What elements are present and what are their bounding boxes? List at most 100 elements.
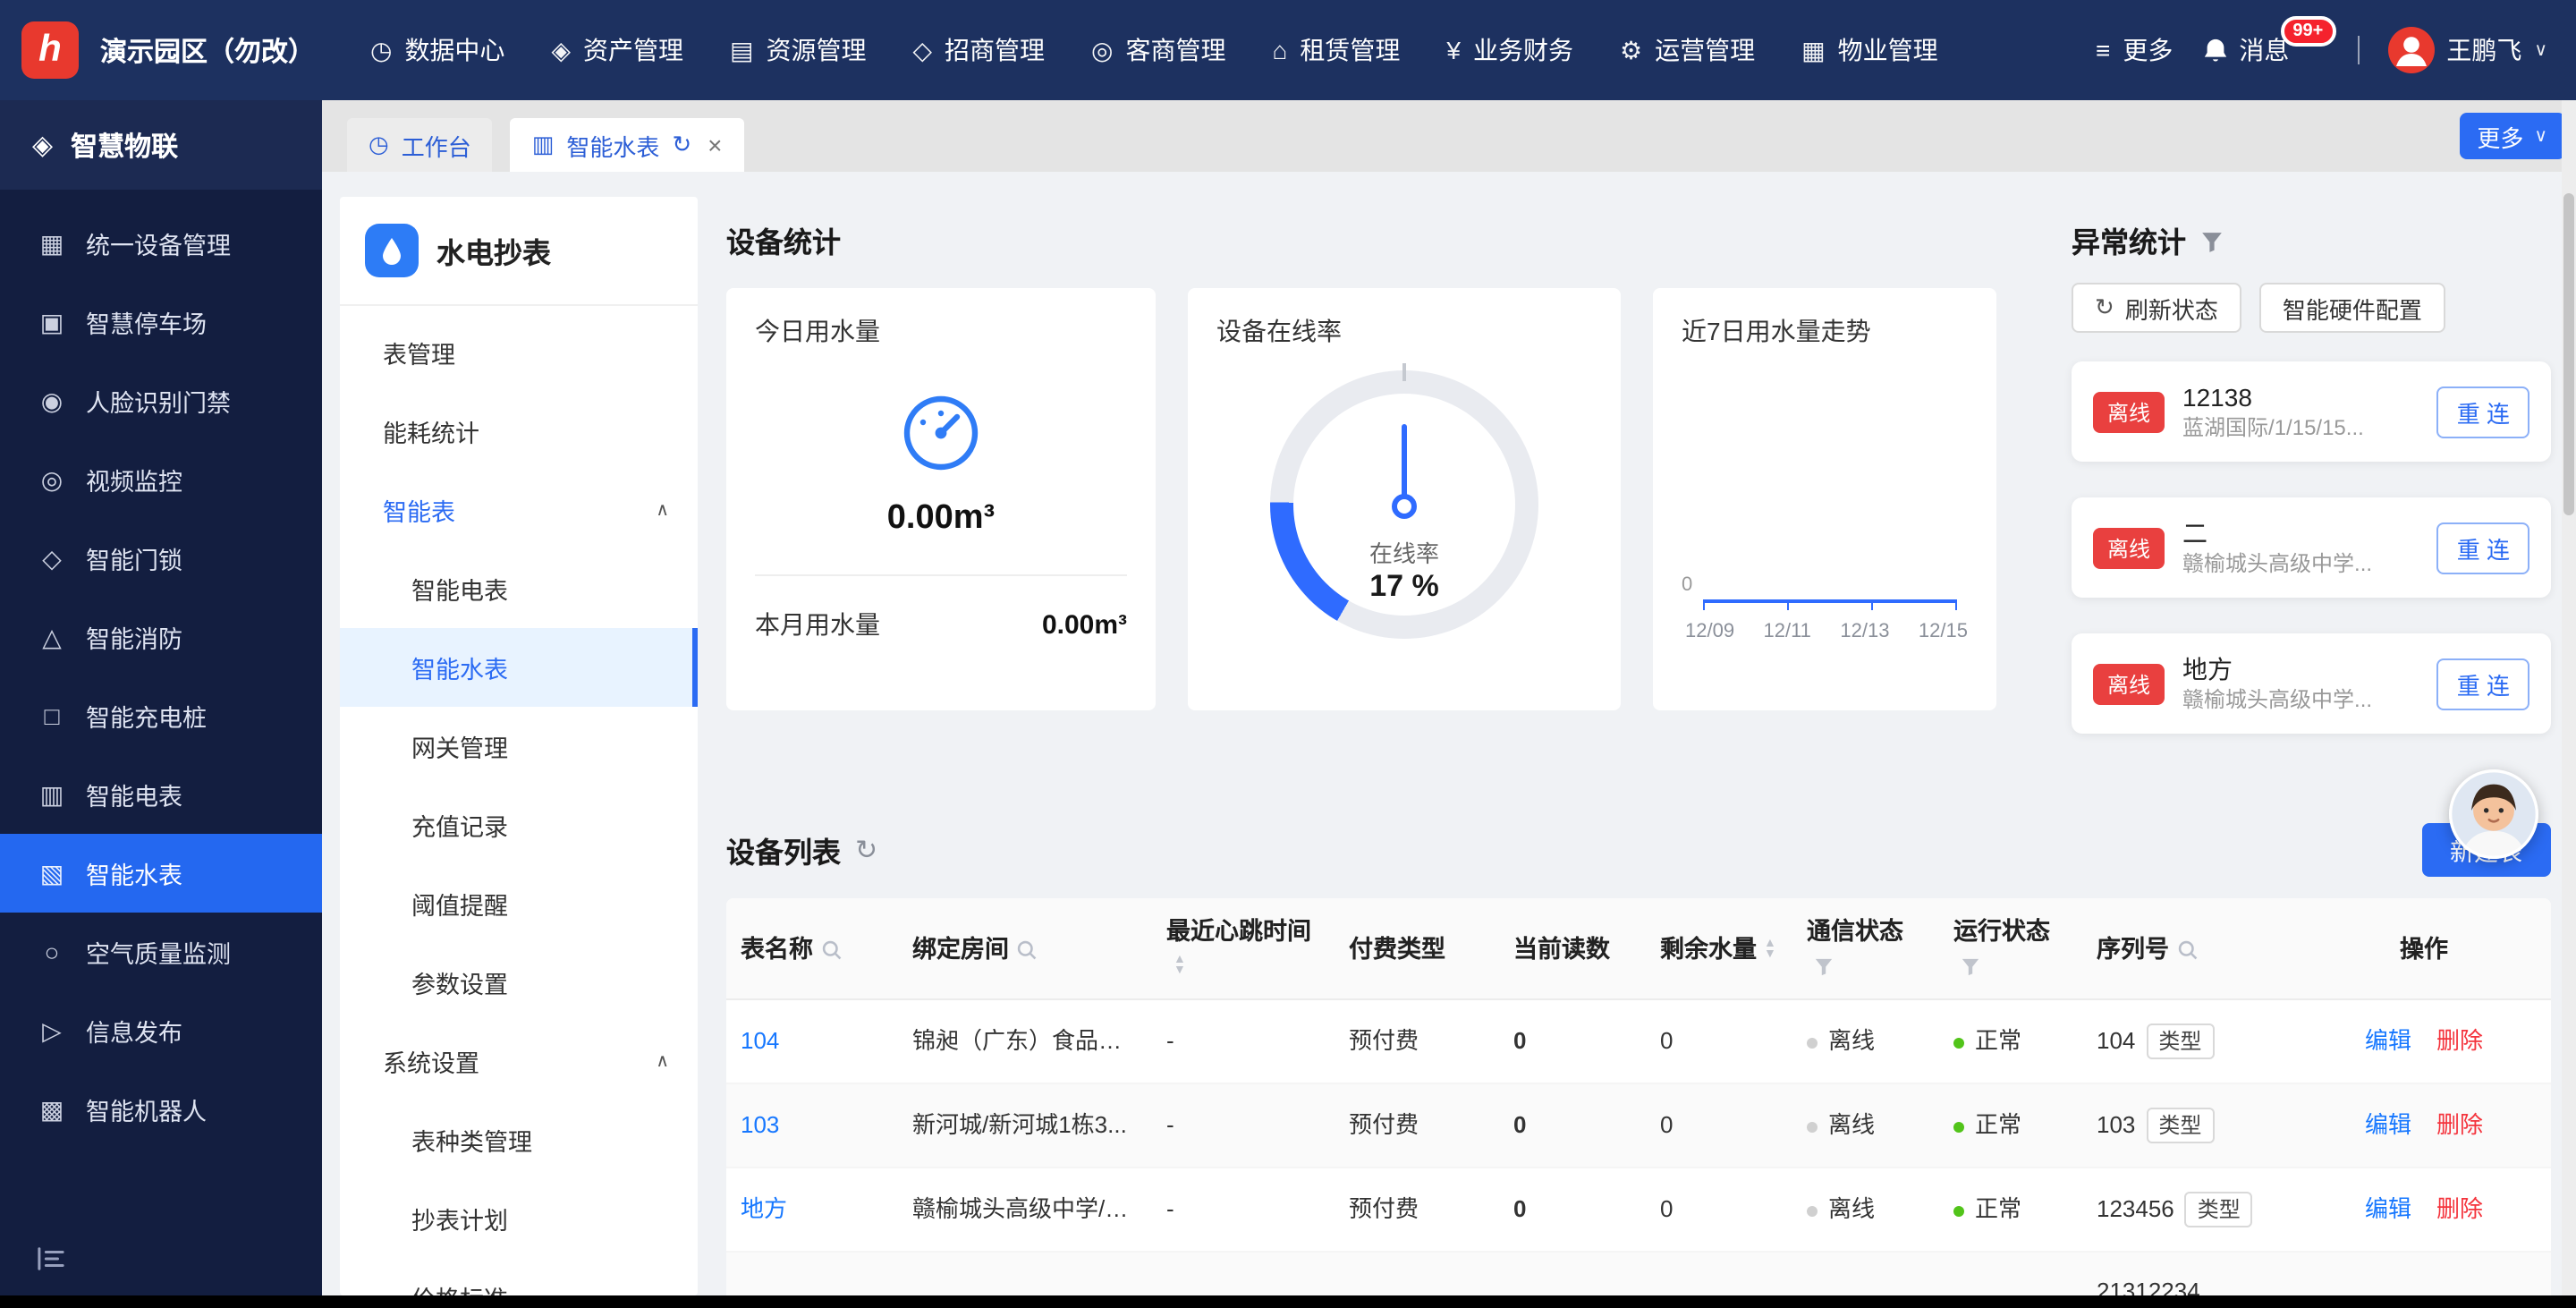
search-icon[interactable]	[820, 939, 842, 961]
type-tag[interactable]: 类型	[2146, 1108, 2214, 1143]
submenu-item-energy-statistics[interactable]: 能耗统计	[340, 392, 698, 471]
sidebar-item-smart-lock[interactable]: ◇智能门锁	[0, 519, 322, 598]
nav-item-resource-management[interactable]: ▤资源管理	[707, 32, 889, 68]
card-title: 设备在线率	[1216, 313, 1592, 349]
abnormal-device-location: 蓝湖国际/1/15/15...	[2182, 413, 2419, 442]
room-cell: 锦昶（广东）食品科...	[898, 999, 1152, 1083]
tab-refresh-icon[interactable]: ↻	[672, 131, 691, 159]
delete-button[interactable]: 删除	[2436, 1111, 2483, 1138]
scrollbar-thumb[interactable]	[2563, 193, 2574, 515]
sidebar-item-unified-device-management[interactable]: ▦统一设备管理	[0, 204, 322, 283]
nav-item-operation-management[interactable]: ⚙运营管理	[1597, 32, 1778, 68]
delete-button[interactable]: 删除	[2436, 1195, 2483, 1222]
chevron-up-icon: ∧	[656, 1051, 669, 1071]
tab-close-icon[interactable]: ×	[708, 131, 722, 159]
nav-item-business-finance[interactable]: ¥业务财务	[1423, 32, 1597, 68]
submenu-item-recharge-records[interactable]: 充值记录	[340, 786, 698, 864]
refresh-status-button[interactable]: ↻ 刷新状态	[2072, 283, 2241, 333]
serial-value: 123456	[2097, 1195, 2174, 1222]
camera-icon: ◎	[36, 464, 68, 495]
filter-icon[interactable]	[1961, 957, 1980, 977]
abnormal-device-info: 地方 赣榆城头高级中学...	[2182, 653, 2419, 714]
sidebar-item-label: 智能门锁	[86, 540, 182, 576]
sidebar-item-smart-parking[interactable]: ▣智慧停车场	[0, 283, 322, 361]
search-icon[interactable]	[1016, 939, 1038, 961]
submenu-item-smart-water-meter[interactable]: 智能水表	[340, 628, 698, 707]
refresh-icon[interactable]: ↻	[855, 834, 877, 866]
submenu-items: 表管理 能耗统计 智能表∧ 智能电表 智能水表 网关管理 充值记录 阈值提醒 参…	[340, 306, 698, 1295]
messages-button[interactable]: 消息 99+	[2201, 32, 2328, 68]
reconnect-button[interactable]: 重 连	[2437, 522, 2529, 573]
submenu-group-system-settings[interactable]: 系统设置∧	[340, 1022, 698, 1100]
meter-name-link[interactable]: 104	[741, 1027, 779, 1054]
sidebar-item-charging-pile[interactable]: □智能充电桩	[0, 676, 322, 755]
nav-item-property-management[interactable]: ▦物业管理	[1778, 32, 1961, 68]
submenu-item-smart-electric-meter[interactable]: 智能电表	[340, 549, 698, 628]
sidebar-item-label: 智能水表	[86, 855, 182, 891]
sidebar-item-smart-fire[interactable]: △智能消防	[0, 598, 322, 676]
edit-button[interactable]: 编辑	[2365, 1195, 2411, 1222]
water-gauge-icon	[900, 392, 982, 474]
hardware-config-button[interactable]: 智能硬件配置	[2259, 283, 2445, 333]
search-icon[interactable]	[2176, 939, 2198, 961]
sidebar-module-title[interactable]: ◈ 智慧物联	[0, 100, 322, 190]
tab-workbench[interactable]: ◷ 工作台	[347, 118, 493, 172]
sidebar-collapse-button[interactable]	[0, 1220, 322, 1295]
submenu-item-meter-type-management[interactable]: 表种类管理	[340, 1100, 698, 1179]
remaining-cell: 0	[1646, 1083, 1792, 1168]
type-tag[interactable]: 类型	[2146, 1023, 2214, 1059]
edit-button[interactable]: 编辑	[2365, 1027, 2411, 1054]
table-header-row: 表名称 绑定房间 最近心跳时间▲▼ 付费类型 当前读数 剩余水量▲▼ 通信状态 …	[726, 898, 2551, 999]
comm-status-cell: 离线	[1792, 1168, 1939, 1252]
submenu-group-smart-meter[interactable]: 智能表∧	[340, 471, 698, 549]
lease-icon: ⌂	[1272, 36, 1287, 64]
sidebar-item-smart-water-meter[interactable]: ▧智能水表	[0, 834, 322, 913]
nav-item-data-center[interactable]: ◷数据中心	[347, 32, 528, 68]
submenu-item-threshold-alerts[interactable]: 阈值提醒	[340, 864, 698, 943]
sidebar-item-info-publish[interactable]: ▷信息发布	[0, 991, 322, 1070]
sort-desc-icon[interactable]: ▼	[1764, 950, 1776, 961]
sidebar-item-air-quality[interactable]: ○空气质量监测	[0, 913, 322, 991]
brand-logo[interactable]: h	[21, 21, 79, 79]
meter-name-link[interactable]: 地方	[741, 1195, 787, 1222]
sidebar-item-label: 智慧停车场	[86, 304, 207, 340]
sidebar-item-smart-electric-meter[interactable]: ▥智能电表	[0, 755, 322, 834]
nav-item-investment-management[interactable]: ◇招商管理	[889, 32, 1068, 68]
nav-item-lease-management[interactable]: ⌂租赁管理	[1249, 32, 1423, 68]
edit-button[interactable]: 编辑	[2365, 1111, 2411, 1138]
tab-smart-water-meter[interactable]: ▥ 智能水表 ↻ ×	[511, 118, 744, 172]
tabs-more-button[interactable]: 更多 ∨	[2459, 113, 2565, 159]
filter-icon[interactable]	[1814, 957, 1834, 977]
reading-cell: 0	[1499, 999, 1646, 1083]
col-header-current-reading: 当前读数	[1499, 898, 1646, 999]
filter-icon[interactable]	[2200, 230, 2224, 253]
submenu-item-reading-plan[interactable]: 抄表计划	[340, 1179, 698, 1258]
submenu-item-price-standard[interactable]: 价格标准	[340, 1258, 698, 1295]
heartbeat-cell: -	[1152, 1168, 1335, 1252]
meter-name-link[interactable]: 103	[741, 1111, 779, 1138]
nav-item-merchant-management[interactable]: ◎客商管理	[1068, 32, 1249, 68]
user-menu[interactable]: 王鹏飞 ∨	[2387, 27, 2547, 73]
submenu-item-parameter-settings[interactable]: 参数设置	[340, 943, 698, 1022]
logo-letter: h	[38, 29, 62, 72]
reconnect-button[interactable]: 重 连	[2437, 386, 2529, 437]
sidebar-item-smart-robot[interactable]: ▩智能机器人	[0, 1070, 322, 1149]
submenu-item-gateway-management[interactable]: 网关管理	[340, 707, 698, 786]
x-tick-label: 12/11	[1764, 621, 1811, 642]
sort-desc-icon[interactable]: ▼	[1174, 967, 1186, 978]
abnormal-device-item: 离线 12138 蓝湖国际/1/15/15... 重 连	[2072, 361, 2551, 462]
trend-flat-line	[1703, 599, 1957, 603]
page-scrollbar[interactable]	[2562, 100, 2576, 1295]
delete-button[interactable]: 删除	[2436, 1027, 2483, 1054]
assistant-avatar-sticker[interactable]	[2449, 769, 2538, 859]
nav-item-asset-management[interactable]: ◈资产管理	[528, 32, 707, 68]
reconnect-button[interactable]: 重 连	[2437, 658, 2529, 709]
nav-more-button[interactable]: ≡更多	[2096, 32, 2173, 68]
submenu-item-meter-management[interactable]: 表管理	[340, 313, 698, 392]
broadcast-icon: ▷	[36, 1015, 68, 1046]
sidebar-item-video-monitor[interactable]: ◎视频监控	[0, 440, 322, 519]
col-header-meter-name: 表名称	[726, 898, 898, 999]
type-tag[interactable]: 类型	[2185, 1192, 2253, 1227]
submenu-label: 网关管理	[411, 728, 508, 764]
sidebar-item-face-access[interactable]: ◉人脸识别门禁	[0, 361, 322, 440]
